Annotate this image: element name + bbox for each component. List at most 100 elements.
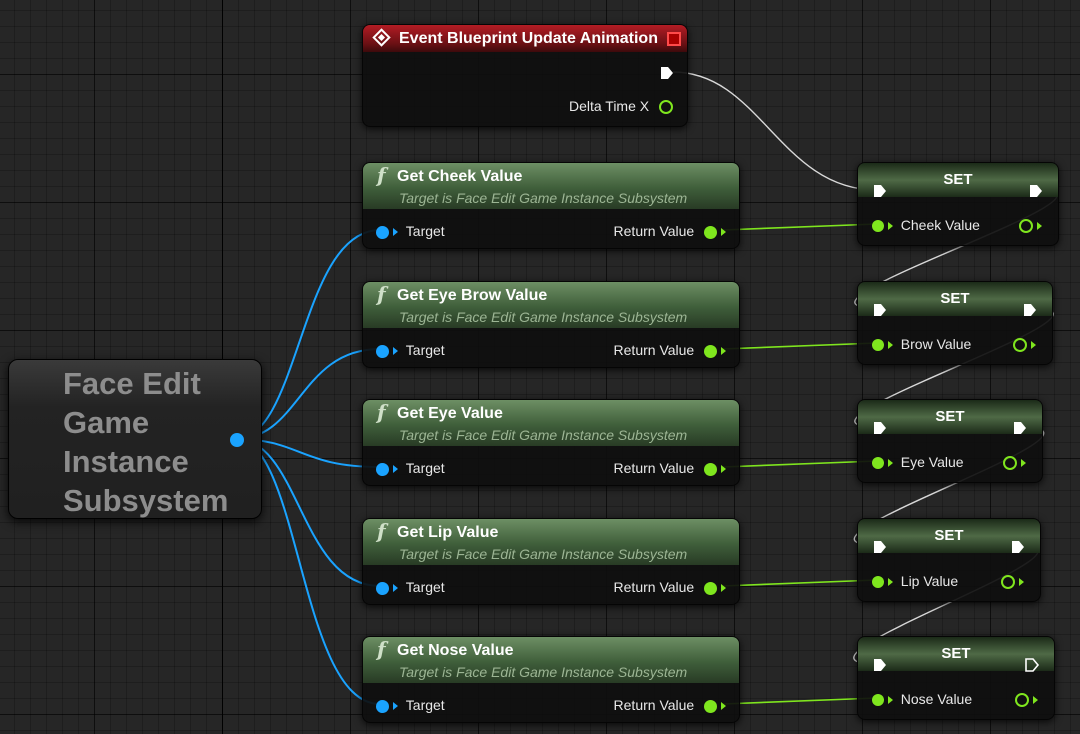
face-edit-game-instance-subsystem-node[interactable]: Face Edit Game Instance Subsystem <box>8 359 262 519</box>
value-input-pin[interactable] <box>872 457 884 470</box>
event-blueprint-update-animation-node[interactable]: Event Blueprint Update Animation Delta T… <box>362 24 688 127</box>
value-output-pin[interactable] <box>1019 219 1034 234</box>
value-output-pin[interactable] <box>1015 693 1030 708</box>
target-pin-row: Target <box>376 222 445 240</box>
function-icon: f <box>377 519 386 543</box>
exec-output-pin-unconnected[interactable] <box>1024 657 1040 673</box>
function-header: f Get Eye Brow Value Target is Face Edit… <box>363 282 739 328</box>
exec-output-pin[interactable] <box>1010 539 1026 555</box>
pin-arrow-icon <box>1021 459 1026 468</box>
value-input-pin[interactable] <box>872 694 884 707</box>
target-pin-row: Target <box>376 578 445 596</box>
return-pin-row: Return Value <box>614 222 726 240</box>
return-value-pin[interactable] <box>704 225 718 239</box>
get-nose-value-node[interactable]: f Get Nose Value Target is Face Edit Gam… <box>362 636 740 723</box>
pin-arrow-icon <box>887 578 893 587</box>
return-value-pin[interactable] <box>704 344 718 358</box>
delta-time-label: Delta Time X <box>568 98 650 114</box>
exec-output-pin[interactable] <box>1028 183 1044 199</box>
function-icon: f <box>377 400 386 424</box>
exec-output-pin[interactable] <box>1012 420 1028 436</box>
node-title: Get Eye Value <box>397 405 503 422</box>
value-input-pin[interactable] <box>872 220 884 233</box>
set-variable-label: Nose Value <box>900 691 973 707</box>
target-label: Target <box>405 342 445 358</box>
return-pin-row: Return Value <box>614 578 726 596</box>
set-brow-value-node[interactable]: SET Brow Value <box>857 281 1053 365</box>
exec-output-pin[interactable] <box>1022 302 1038 318</box>
return-label: Return Value <box>613 342 695 358</box>
float-wire <box>722 460 878 468</box>
value-input-pin[interactable] <box>872 339 884 352</box>
target-pin-row: Target <box>376 341 445 359</box>
node-title: Get Lip Value <box>397 524 499 541</box>
set-input-row: Nose Value <box>872 690 972 708</box>
node-subtitle: Target is Face Edit Game Instance Subsys… <box>399 309 688 325</box>
pin-arrow-icon <box>392 702 398 711</box>
target-pin[interactable] <box>376 344 389 358</box>
function-header: f Get Eye Value Target is Face Edit Game… <box>363 400 739 446</box>
target-label: Target <box>405 697 445 713</box>
return-pin-row: Return Value <box>614 341 726 359</box>
pin-arrow-icon <box>1033 696 1038 705</box>
target-pin[interactable] <box>376 581 389 595</box>
return-value-pin[interactable] <box>704 462 718 476</box>
return-label: Return Value <box>613 223 695 239</box>
set-input-row: Lip Value <box>872 572 958 590</box>
float-wire <box>722 697 878 705</box>
float-wire <box>722 342 878 350</box>
get-eye-brow-value-node[interactable]: f Get Eye Brow Value Target is Face Edit… <box>362 281 740 368</box>
value-output-pin[interactable] <box>1013 338 1028 353</box>
exec-input-pin[interactable] <box>872 302 888 318</box>
target-pin[interactable] <box>376 699 389 713</box>
value-output-pin[interactable] <box>1003 456 1018 471</box>
target-label: Target <box>405 223 445 239</box>
target-pin-row: Target <box>376 696 445 714</box>
event-node-header: Event Blueprint Update Animation <box>363 25 687 52</box>
return-pin-row: Return Value <box>614 459 726 477</box>
set-nose-value-node[interactable]: SET Nose Value <box>857 636 1055 720</box>
return-value-pin[interactable] <box>704 699 718 713</box>
value-output-pin[interactable] <box>1001 575 1016 590</box>
exec-output-pin[interactable] <box>659 65 675 81</box>
pin-arrow-icon <box>721 347 726 356</box>
exec-input-pin[interactable] <box>872 183 888 199</box>
pin-arrow-icon <box>887 696 893 705</box>
pin-arrow-icon <box>1031 341 1036 350</box>
set-input-row: Brow Value <box>872 335 971 353</box>
set-eye-value-node[interactable]: SET Eye Value <box>857 399 1043 483</box>
pin-arrow-icon <box>392 347 398 356</box>
target-pin[interactable] <box>376 225 389 239</box>
pin-arrow-icon <box>721 228 726 237</box>
delta-time-pin[interactable] <box>659 100 673 115</box>
set-input-row: Cheek Value <box>872 216 980 234</box>
subsystem-output-pin[interactable] <box>230 433 244 447</box>
stop-icon <box>667 32 681 46</box>
function-header: f Get Lip Value Target is Face Edit Game… <box>363 519 739 565</box>
exec-input-pin[interactable] <box>872 420 888 436</box>
set-output-row <box>1003 453 1026 471</box>
pin-arrow-icon <box>392 465 398 474</box>
set-output-row <box>1019 216 1042 234</box>
float-wire <box>722 223 878 231</box>
node-title: Get Eye Brow Value <box>397 287 548 304</box>
pin-arrow-icon <box>1019 578 1024 587</box>
node-subtitle: Target is Face Edit Game Instance Subsys… <box>399 664 688 680</box>
set-cheek-value-node[interactable]: SET Cheek Value <box>857 162 1059 246</box>
get-lip-value-node[interactable]: f Get Lip Value Target is Face Edit Game… <box>362 518 740 605</box>
set-output-row <box>1001 572 1024 590</box>
value-input-pin[interactable] <box>872 576 884 589</box>
return-value-pin[interactable] <box>704 581 718 595</box>
exec-input-pin[interactable] <box>872 539 888 555</box>
set-lip-value-node[interactable]: SET Lip Value <box>857 518 1041 602</box>
exec-input-pin[interactable] <box>872 657 888 673</box>
get-cheek-value-node[interactable]: f Get Cheek Value Target is Face Edit Ga… <box>362 162 740 249</box>
get-eye-value-node[interactable]: f Get Eye Value Target is Face Edit Game… <box>362 399 740 486</box>
target-pin-row: Target <box>376 459 445 477</box>
pin-arrow-icon <box>721 584 726 593</box>
target-pin[interactable] <box>376 462 389 476</box>
pin-arrow-icon <box>392 584 398 593</box>
pin-arrow-icon <box>887 341 893 350</box>
float-wire <box>722 579 878 587</box>
event-diamond-icon <box>372 28 391 47</box>
